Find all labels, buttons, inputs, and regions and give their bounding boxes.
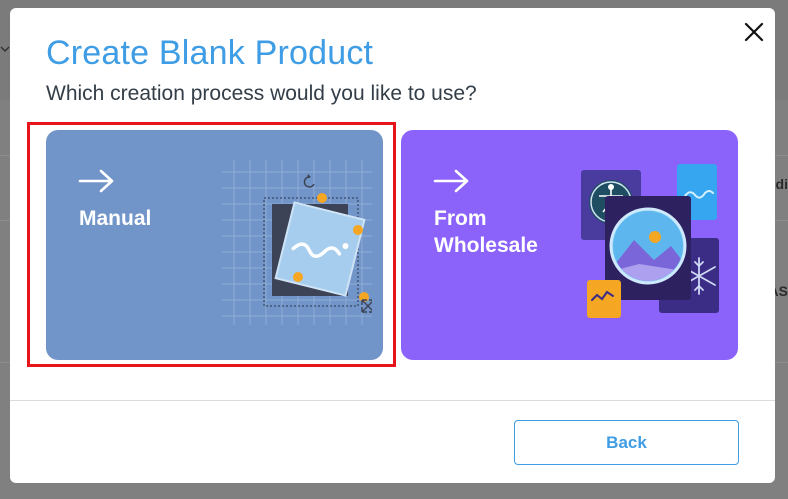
manual-option-label: Manual <box>79 207 152 230</box>
wholesale-option-label: From Wholesale <box>434 207 538 257</box>
close-icon[interactable] <box>742 20 766 44</box>
image-edit-illustration <box>222 160 372 325</box>
create-blank-product-dialog: Create Blank Product Which creation proc… <box>10 8 775 483</box>
dialog-title: Create Blank Product <box>46 34 374 72</box>
chevron-down-icon <box>0 46 10 53</box>
back-button[interactable]: Back <box>514 420 739 465</box>
manual-option-card[interactable]: Manual <box>46 130 383 360</box>
dialog-subtitle: Which creation process would you like to… <box>46 82 477 105</box>
footer-divider <box>10 400 775 401</box>
arrow-right-icon <box>433 169 469 193</box>
arrow-right-icon <box>78 169 114 193</box>
product-gallery-illustration <box>581 164 719 318</box>
wholesale-option-card[interactable]: From Wholesale <box>401 130 738 360</box>
background-edge-text: di <box>775 176 788 192</box>
